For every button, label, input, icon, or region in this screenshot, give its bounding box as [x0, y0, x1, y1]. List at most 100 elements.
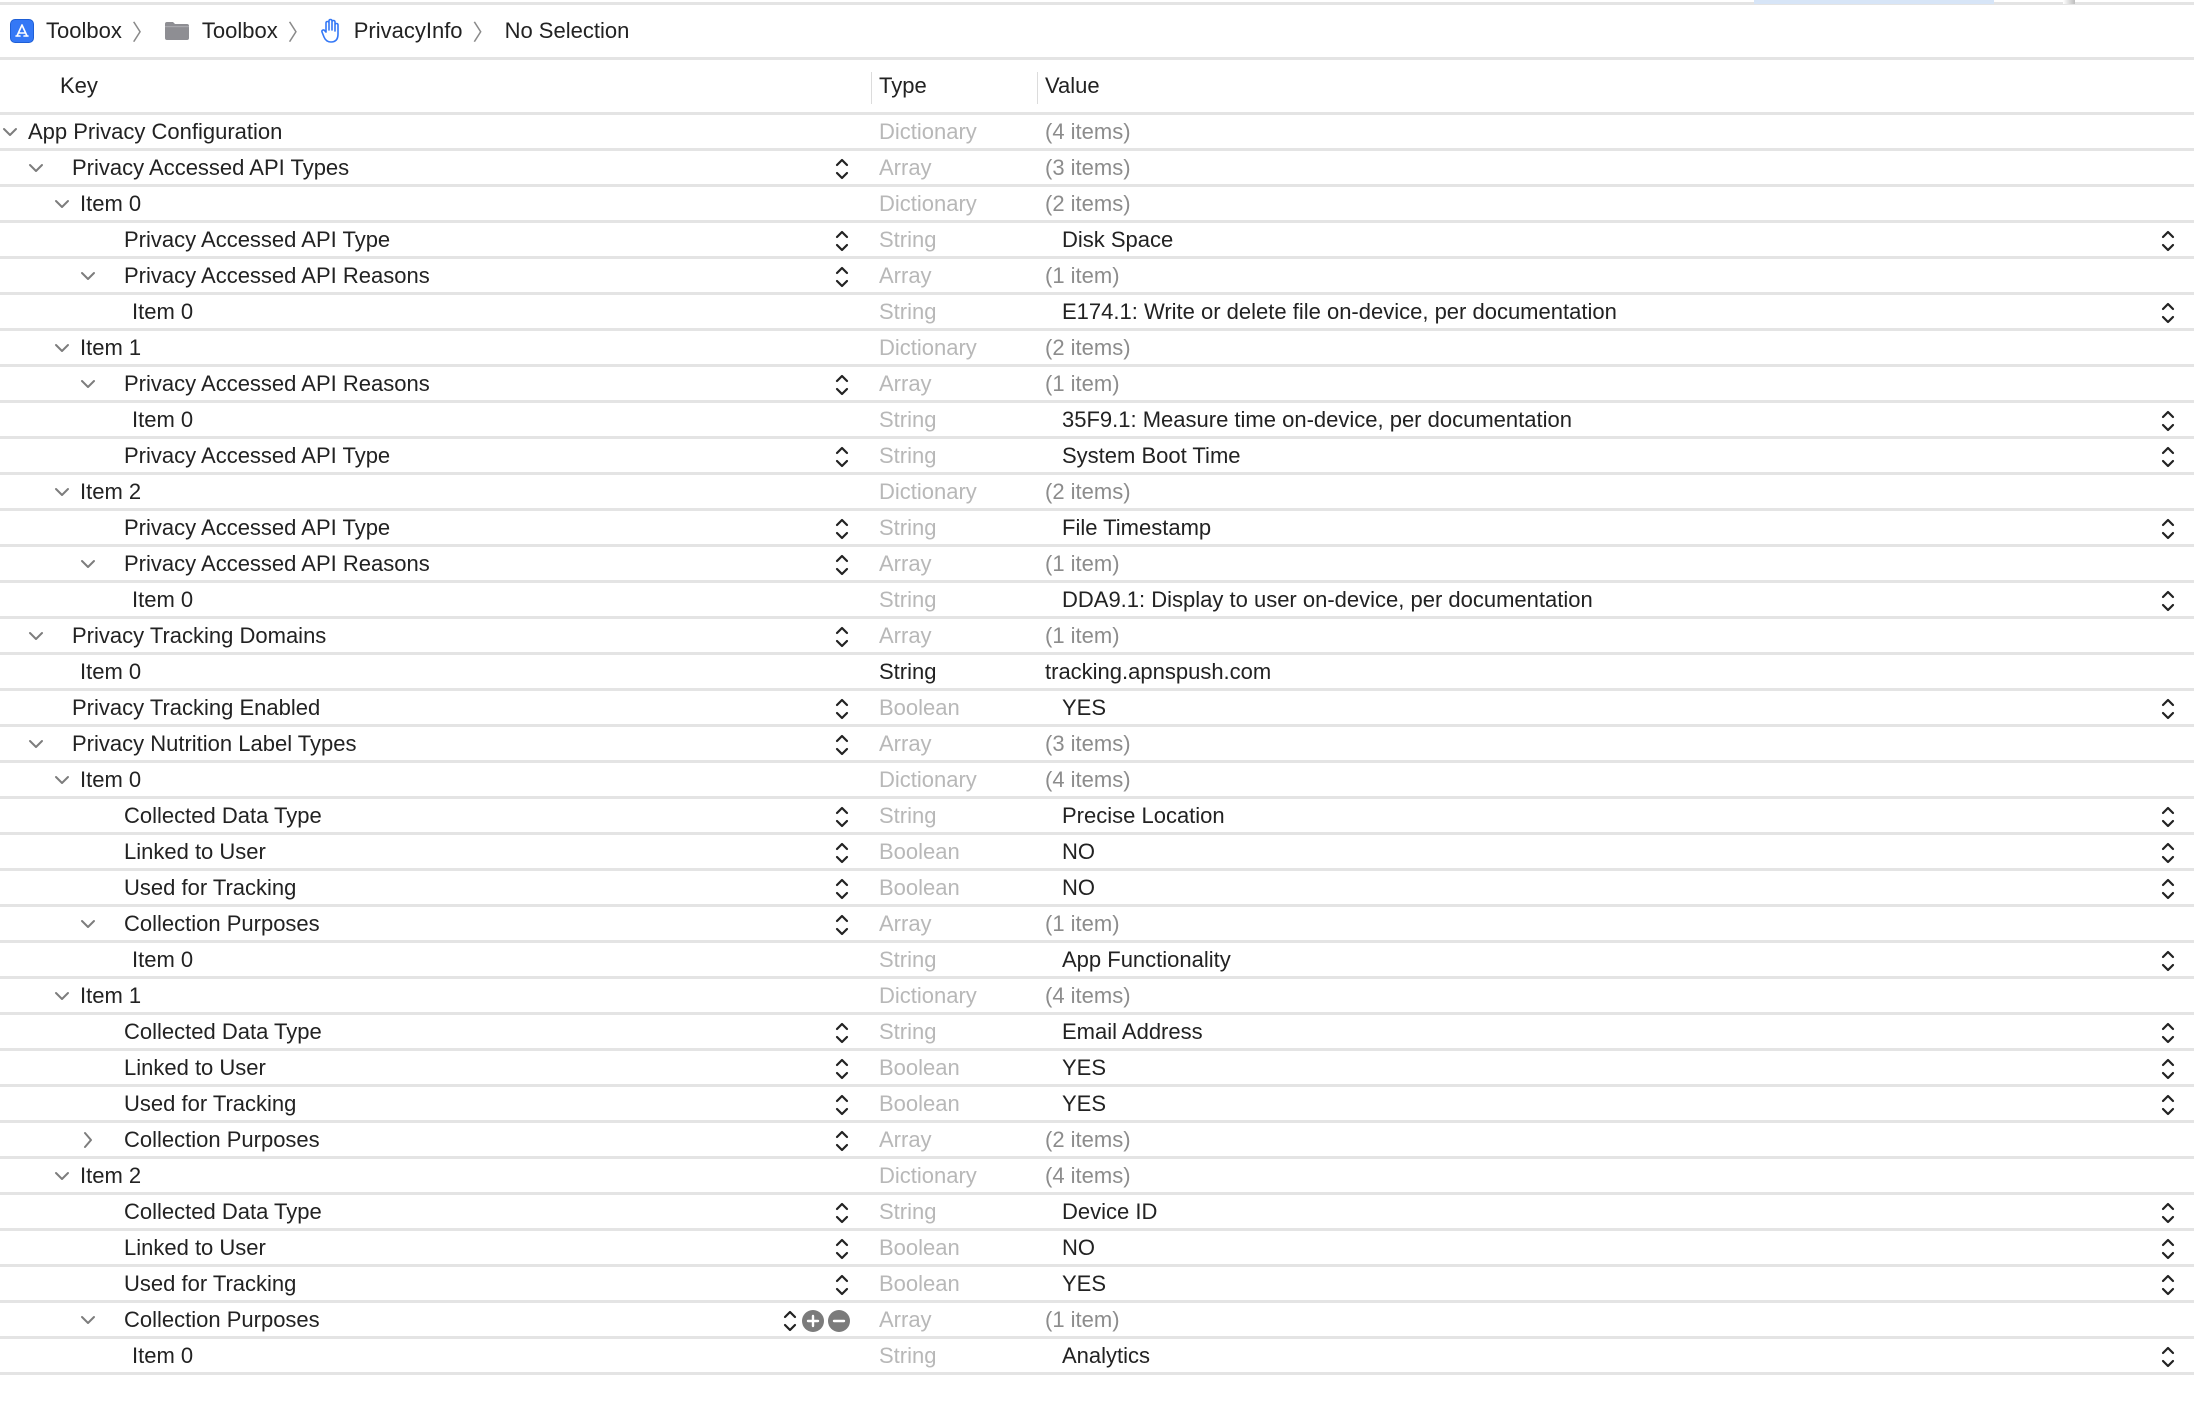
add-item-icon[interactable] — [802, 1310, 824, 1332]
value-popup-stepper-icon[interactable] — [2160, 588, 2178, 614]
plist-row[interactable]: Used for Tracking Boolean YES — [0, 1087, 2194, 1123]
row-key[interactable]: Item 0 — [132, 587, 193, 613]
row-key[interactable]: Privacy Accessed API Reasons — [124, 551, 430, 577]
row-key[interactable]: Collected Data Type — [124, 1199, 322, 1225]
plist-row[interactable]: Linked to User Boolean NO — [0, 835, 2194, 871]
row-type[interactable]: Boolean — [879, 1235, 960, 1261]
disclosure-chevron-down-icon[interactable] — [28, 623, 44, 649]
row-key[interactable]: Collected Data Type — [124, 803, 322, 829]
value-popup-stepper-icon[interactable] — [2160, 696, 2178, 722]
row-key[interactable]: Privacy Accessed API Reasons — [124, 263, 430, 289]
plist-row[interactable]: Collection Purposes Array (2 items) — [0, 1123, 2194, 1159]
breadcrumb-group[interactable]: Toolbox — [164, 18, 278, 44]
disclosure-chevron-down-icon[interactable] — [54, 191, 70, 217]
row-value[interactable]: Precise Location — [1062, 803, 1225, 829]
value-popup-stepper-icon[interactable] — [2160, 840, 2178, 866]
disclosure-chevron-down-icon[interactable] — [54, 479, 70, 505]
row-type[interactable]: Array — [879, 263, 932, 289]
row-key[interactable]: Item 1 — [80, 983, 141, 1009]
row-key[interactable]: Privacy Tracking Domains — [72, 623, 326, 649]
row-key[interactable]: Privacy Accessed API Types — [72, 155, 349, 181]
row-type[interactable]: Dictionary — [879, 119, 977, 145]
row-type[interactable]: String — [879, 803, 936, 829]
row-key[interactable]: Privacy Tracking Enabled — [72, 695, 320, 721]
row-type[interactable]: String — [879, 299, 936, 325]
plist-row[interactable]: Used for Tracking Boolean NO — [0, 871, 2194, 907]
plist-row[interactable]: Collection Purposes Array (1 item) — [0, 907, 2194, 943]
row-value[interactable]: Analytics — [1062, 1343, 1150, 1369]
row-value[interactable]: YES — [1062, 1091, 1106, 1117]
key-stepper-icon[interactable] — [834, 876, 852, 902]
key-stepper-icon[interactable] — [782, 1308, 798, 1334]
row-type[interactable]: Array — [879, 731, 932, 757]
key-stepper-icon[interactable] — [834, 1092, 852, 1118]
row-value[interactable]: Disk Space — [1062, 227, 1173, 253]
row-type[interactable]: String — [879, 1019, 936, 1045]
row-type[interactable]: String — [879, 443, 936, 469]
row-value[interactable]: E174.1: Write or delete file on-device, … — [1062, 299, 1617, 325]
row-type[interactable]: String — [879, 515, 936, 541]
key-stepper-icon[interactable] — [834, 264, 852, 290]
row-type[interactable]: String — [879, 659, 936, 685]
disclosure-chevron-down-icon[interactable] — [80, 1307, 96, 1333]
disclosure-chevron-down-icon[interactable] — [54, 1163, 70, 1189]
value-popup-stepper-icon[interactable] — [2160, 1020, 2178, 1046]
row-value[interactable]: NO — [1062, 839, 1095, 865]
disclosure-chevron-down-icon[interactable] — [54, 983, 70, 1009]
value-popup-stepper-icon[interactable] — [2160, 1200, 2178, 1226]
row-type[interactable]: String — [879, 1199, 936, 1225]
row-type[interactable]: Dictionary — [879, 1163, 977, 1189]
plist-row[interactable]: Item 0 String 35F9.1: Measure time on-devi… — [0, 403, 2194, 439]
key-stepper-icon[interactable] — [834, 804, 852, 830]
row-value[interactable]: YES — [1062, 695, 1106, 721]
row-key[interactable]: Item 0 — [132, 299, 193, 325]
column-header-type[interactable]: Type — [879, 73, 927, 99]
plist-row[interactable]: Privacy Tracking Domains Array (1 item) — [0, 619, 2194, 655]
row-value[interactable]: YES — [1062, 1271, 1106, 1297]
row-key[interactable]: Item 0 — [80, 767, 141, 793]
disclosure-chevron-down-icon[interactable] — [80, 551, 96, 577]
row-key[interactable]: Collection Purposes — [124, 1127, 320, 1153]
row-key[interactable]: Item 2 — [80, 1163, 141, 1189]
key-stepper-icon[interactable] — [834, 732, 852, 758]
plist-row[interactable]: Privacy Nutrition Label Types Array (3 ite… — [0, 727, 2194, 763]
row-key[interactable]: Item 0 — [80, 659, 141, 685]
row-type[interactable]: Boolean — [879, 1091, 960, 1117]
disclosure-chevron-down-icon[interactable] — [80, 911, 96, 937]
row-key[interactable]: Used for Tracking — [124, 1271, 296, 1297]
breadcrumb-project[interactable]: Toolbox — [10, 18, 122, 44]
plist-row[interactable]: Item 1 Dictionary (4 items) — [0, 979, 2194, 1015]
row-key[interactable]: Used for Tracking — [124, 875, 296, 901]
row-type[interactable]: String — [879, 587, 936, 613]
row-key[interactable]: Item 0 — [80, 191, 141, 217]
column-header-value[interactable]: Value — [1045, 73, 1100, 99]
plist-row[interactable]: Item 0 String tracking.apnspush.com — [0, 655, 2194, 691]
key-stepper-icon[interactable] — [834, 228, 852, 254]
plist-row[interactable]: App Privacy Configuration Dictionary (4 it… — [0, 115, 2194, 151]
plist-row[interactable]: Linked to User Boolean YES — [0, 1051, 2194, 1087]
row-key[interactable]: Item 0 — [132, 407, 193, 433]
row-type[interactable]: Boolean — [879, 1055, 960, 1081]
value-popup-stepper-icon[interactable] — [2160, 1056, 2178, 1082]
row-key[interactable]: Collection Purposes — [124, 1307, 320, 1333]
disclosure-chevron-right-icon[interactable] — [80, 1127, 96, 1153]
disclosure-chevron-down-icon[interactable] — [80, 263, 96, 289]
row-type[interactable]: String — [879, 1343, 936, 1369]
row-key[interactable]: Linked to User — [124, 1055, 266, 1081]
column-divider[interactable] — [871, 72, 872, 104]
key-stepper-icon[interactable] — [834, 1236, 852, 1262]
value-popup-stepper-icon[interactable] — [2160, 228, 2178, 254]
row-type[interactable]: Array — [879, 551, 932, 577]
key-stepper-icon[interactable] — [834, 156, 852, 182]
row-value[interactable]: Device ID — [1062, 1199, 1157, 1225]
row-key[interactable]: Privacy Accessed API Type — [124, 227, 390, 253]
row-key[interactable]: Linked to User — [124, 839, 266, 865]
key-stepper-icon[interactable] — [834, 696, 852, 722]
row-value[interactable]: NO — [1062, 875, 1095, 901]
row-value[interactable]: App Functionality — [1062, 947, 1231, 973]
value-popup-stepper-icon[interactable] — [2160, 516, 2178, 542]
disclosure-chevron-down-icon[interactable] — [54, 335, 70, 361]
plist-row[interactable]: Privacy Accessed API Type String System Bo… — [0, 439, 2194, 475]
key-stepper-icon[interactable] — [834, 1272, 852, 1298]
plist-row[interactable]: Item 1 Dictionary (2 items) — [0, 331, 2194, 367]
